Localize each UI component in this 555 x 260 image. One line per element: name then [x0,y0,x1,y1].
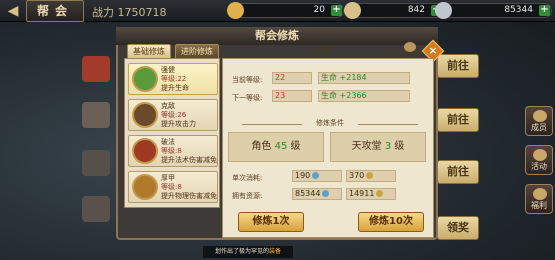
activity-icon [533,149,547,161]
armor-skill-icon [132,174,158,200]
gold-icon [227,2,244,19]
goto-button[interactable]: 前往 [437,108,479,132]
add-gold-button[interactable]: + [331,5,342,16]
silver-icon [322,190,330,197]
train-ten-button[interactable]: 修炼10次 [358,212,424,232]
goto-button[interactable]: 前往 [437,54,479,78]
strength-skill-icon [132,66,158,92]
attribute-preview-button[interactable]: 属性预览 [398,42,422,60]
page-title: 帮会 [26,0,84,22]
train-once-button[interactable]: 修炼1次 [238,212,304,232]
skill-item-attack[interactable]: 克敌 等级:26 提升攻击力 [128,99,218,131]
owned-silver: 85344 [292,188,342,200]
skill-title: 强健 [317,45,333,54]
side-members-button[interactable]: 成员 [525,106,553,136]
gold-resource: 20 + [227,2,344,19]
next-effect: 生命 +2366 [318,90,410,102]
cost-silver: 190 [292,170,342,182]
owned-label: 拥有资源: [232,192,263,200]
current-effect: 生命 +2184 [318,72,410,84]
skill-item-strength[interactable]: 强健 等级:22 提升生命 [128,63,218,95]
current-level-label: 当前等级: [232,76,263,84]
side-welfare-button[interactable]: 福利 [525,184,553,214]
spellbreak-skill-icon [132,138,158,164]
skill-item-armor[interactable]: 厚甲 等级:8 提升物理伤害减免 [128,171,218,203]
goto-button[interactable]: 前往 [437,160,479,184]
combat-power: 战力 1750718 [92,6,167,19]
next-level-value: 23 [272,90,312,102]
bg-reward-icon [82,102,110,128]
welfare-icon [533,188,547,200]
add-silver-button[interactable]: + [539,5,550,16]
silver-resource: 85344 + [435,2,552,19]
back-arrow-icon[interactable]: ◀ [4,2,22,20]
ingot-icon [344,2,361,19]
skill-item-spellbreak[interactable]: 破法 等级:8 提升法术伤害减免 [128,135,218,167]
silver-icon [435,2,452,19]
world-broadcast: 划作出了极为罕见的装备 [203,246,293,258]
condition-section-title: 修炼条件 [232,118,428,130]
attack-skill-icon [132,102,158,128]
cost-contribution: 370 [346,170,396,182]
side-activity-button[interactable]: 活动 [525,145,553,175]
bg-reward-icon [82,56,110,82]
close-icon: × [428,44,438,57]
tab-basic-training[interactable]: 基础修炼 [127,44,171,59]
ingot-resource: 842 + [344,2,444,19]
next-level-label: 下一等级: [232,94,263,102]
current-level-value: 22 [272,72,312,84]
bg-reward-icon [82,150,110,176]
cost-label: 单次消耗: [232,174,263,182]
preview-icon [404,42,416,52]
panel-title: 帮会修炼 [255,29,299,42]
coin-icon [366,172,374,179]
hall-level-requirement: 天攻堂 3 级 [330,132,426,162]
members-icon [533,110,547,122]
bg-reward-icon [82,196,110,222]
claim-button[interactable]: 领奖 [437,216,479,240]
tab-advanced-training[interactable]: 进阶修炼 [175,44,219,59]
owned-contribution: 14911 [346,188,396,200]
role-level-requirement: 角色 45 级 [228,132,324,162]
silver-icon [312,172,320,179]
coin-icon [376,190,384,197]
